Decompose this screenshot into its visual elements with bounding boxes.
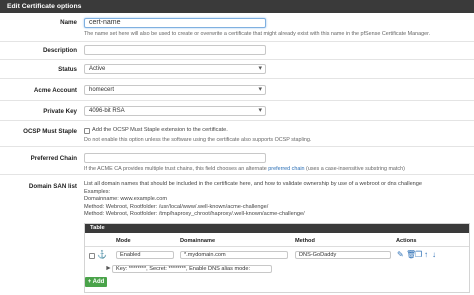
- acme-account-label: Acme Account: [33, 87, 77, 94]
- san-desc-line-2: Examples:: [84, 188, 111, 195]
- status-value: Active: [89, 66, 106, 72]
- status-label: Status: [58, 66, 77, 73]
- expand-icon[interactable]: ►: [105, 265, 112, 273]
- preferred-chain-help-suffix: (uses a case-insensitive substring match…: [306, 166, 405, 172]
- status-select[interactable]: Active: [84, 64, 266, 74]
- acme-account-select[interactable]: homecert: [84, 85, 266, 95]
- san-label: Domain SAN list: [28, 183, 77, 190]
- preferred-chain-label: Preferred Chain: [30, 155, 77, 162]
- col-mode: Mode: [116, 238, 131, 244]
- private-key-label: Private Key: [43, 108, 77, 115]
- status-row: Status Active: [0, 60, 474, 79]
- panel-title: Edit Certificate options: [0, 0, 474, 13]
- san-table-title: Table: [85, 224, 469, 233]
- mode-select[interactable]: Enabled: [116, 251, 174, 259]
- col-method: Method: [295, 238, 315, 244]
- preferred-chain-help: If the ACME CA provides multiple trust c…: [84, 166, 405, 173]
- edit-icon[interactable]: ✎: [397, 251, 404, 259]
- copy-icon[interactable]: ❐: [415, 251, 422, 259]
- domainname-input[interactable]: *.mydomain.com: [180, 251, 288, 259]
- san-table: Table Mode Domainname Method Actions ⚓ E…: [84, 223, 470, 293]
- anchor-icon[interactable]: ⚓: [97, 251, 107, 259]
- san-desc-line-4: Method: Webroot, Rootfolder: /usr/local/…: [84, 203, 269, 210]
- description-input[interactable]: [84, 45, 266, 55]
- ocsp-checkbox-label: Add the OCSP Must Staple extension to th…: [92, 127, 228, 133]
- san-desc-line-5: Method: Webroot, Rootfolder: /tmp/haprox…: [84, 211, 305, 218]
- ocsp-checkbox[interactable]: [84, 128, 90, 134]
- col-actions: Actions: [396, 238, 417, 244]
- ocsp-row: OCSP Must Staple Add the OCSP Must Stapl…: [0, 121, 474, 147]
- private-key-row: Private Key 4096-bit RSA: [0, 101, 474, 121]
- arrow-down-icon[interactable]: ↓: [432, 251, 436, 259]
- description-label: Description: [42, 47, 77, 54]
- ocsp-label: OCSP Must Staple: [23, 128, 77, 135]
- ocsp-help: Do not enable this option unless the sof…: [84, 137, 312, 143]
- method-select[interactable]: DNS-GoDaddy: [295, 251, 391, 259]
- table-divider: [85, 246, 469, 247]
- acme-account-value: homecert: [89, 87, 115, 93]
- preferred-chain-link[interactable]: preferred chain: [268, 166, 304, 172]
- preferred-chain-help-text: If the ACME CA provides multiple trust c…: [84, 166, 267, 172]
- name-help: The name set here will also be used to c…: [84, 31, 431, 37]
- preferred-chain-input[interactable]: [84, 153, 266, 163]
- col-domainname: Domainname: [180, 238, 216, 244]
- description-row: Description: [0, 42, 474, 60]
- detail-summary[interactable]: Key: ********, Secret: ********, Enable …: [112, 265, 272, 273]
- name-row: Name cert-name The name set here will al…: [0, 15, 474, 42]
- private-key-value: 4096-bit RSA: [89, 108, 125, 114]
- san-desc-line-3: Domainname: www.example.com: [84, 196, 168, 203]
- row-select-checkbox[interactable]: [89, 253, 95, 259]
- name-input[interactable]: cert-name: [84, 18, 266, 28]
- preferred-chain-row: Preferred Chain If the ACME CA provides …: [0, 147, 474, 175]
- name-label: Name: [60, 19, 77, 26]
- arrow-up-icon[interactable]: ↑: [424, 251, 428, 259]
- acme-account-row: Acme Account homecert: [0, 79, 474, 101]
- add-button[interactable]: + Add: [85, 277, 107, 287]
- san-desc-line-1: List all domain names that should be inc…: [84, 181, 423, 187]
- private-key-select[interactable]: 4096-bit RSA: [84, 106, 266, 116]
